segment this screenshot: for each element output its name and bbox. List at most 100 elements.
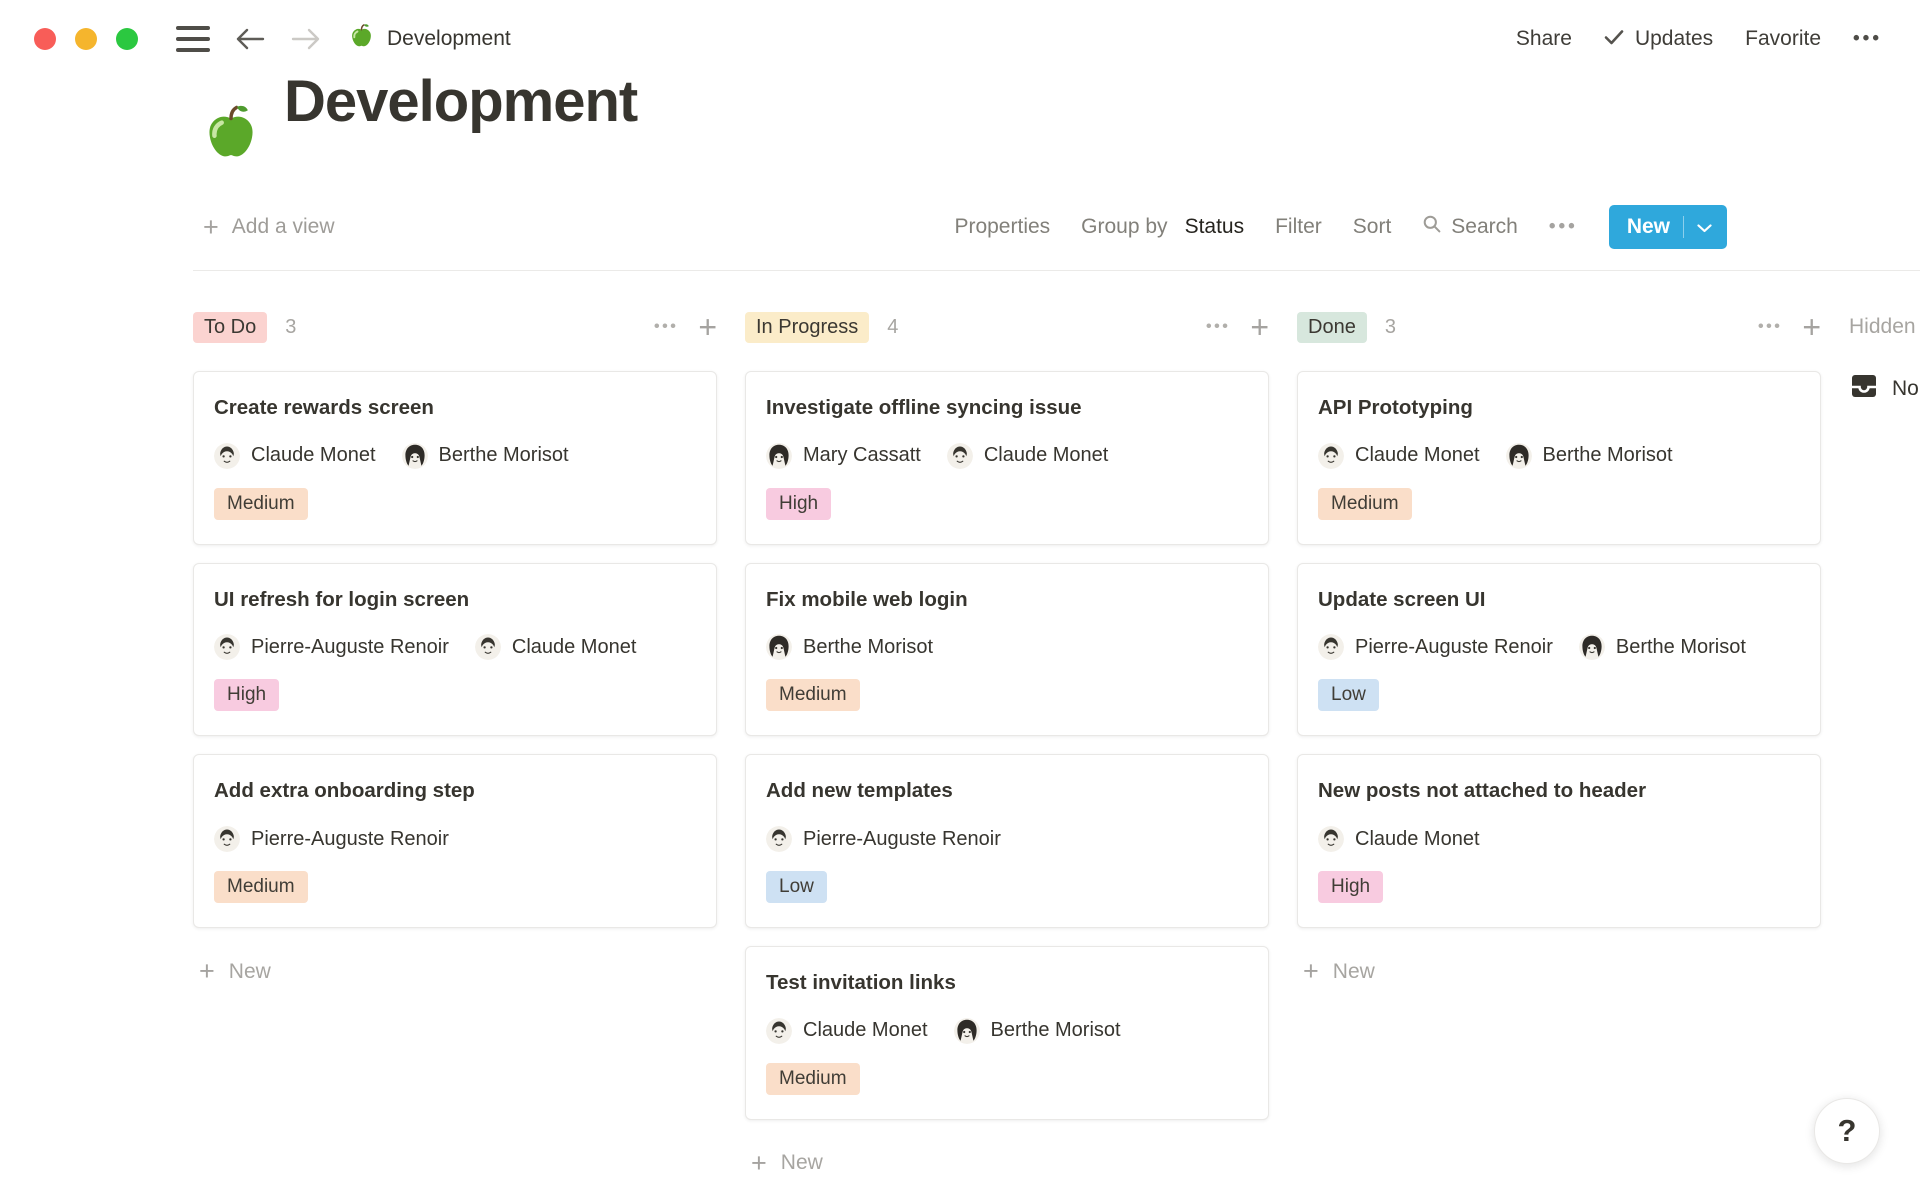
new-button-divider <box>1683 216 1684 238</box>
more-options-icon[interactable]: ••• <box>1853 28 1882 50</box>
card-assignees: Berthe Morisot <box>766 631 1248 663</box>
sidebar-menu-icon[interactable] <box>176 26 210 52</box>
sort-button[interactable]: Sort <box>1353 215 1392 239</box>
new-button[interactable]: New <box>1609 205 1727 249</box>
column-todo: To Do3•••+Create rewards screenClaude Mo… <box>193 309 717 985</box>
card-assignees: Pierre-Auguste Renoir Berthe Morisot <box>1318 631 1800 663</box>
close-window-button[interactable] <box>34 28 56 50</box>
avatar <box>1318 443 1344 469</box>
assignee[interactable]: Berthe Morisot <box>402 440 569 472</box>
assignee[interactable]: Pierre-Auguste Renoir <box>1318 631 1553 663</box>
avatar <box>766 634 792 660</box>
column-more-icon[interactable]: ••• <box>1206 318 1230 336</box>
column-more-icon[interactable]: ••• <box>1758 318 1782 336</box>
column-status-badge[interactable]: In Progress <box>745 312 869 343</box>
breadcrumb[interactable]: Development <box>348 23 511 55</box>
properties-button[interactable]: Properties <box>954 215 1050 239</box>
zoom-window-button[interactable] <box>116 28 138 50</box>
help-button[interactable]: ? <box>1814 1098 1880 1164</box>
filter-button[interactable]: Filter <box>1275 215 1322 239</box>
task-card[interactable]: Fix mobile web loginBerthe MorisotMedium <box>745 563 1269 737</box>
assignee-name: Pierre-Auguste Renoir <box>1355 636 1553 659</box>
assignee[interactable]: Claude Monet <box>1318 823 1480 855</box>
column-new-button[interactable]: +New <box>745 1150 1269 1177</box>
card-title: Investigate offline syncing issue <box>766 394 1248 422</box>
hidden-columns-label[interactable]: Hidden <box>1849 309 1920 345</box>
assignee-name: Berthe Morisot <box>991 1019 1121 1042</box>
task-card[interactable]: UI refresh for login screenPierre-August… <box>193 563 717 737</box>
task-card[interactable]: New posts not attached to header Claude M… <box>1297 754 1821 928</box>
avatar <box>214 443 240 469</box>
hidden-columns-section: Hidden No Status <box>1849 309 1920 407</box>
task-card[interactable]: API PrototypingClaude MonetBerthe Moriso… <box>1297 371 1821 545</box>
assignee[interactable]: Berthe Morisot <box>766 631 933 663</box>
forward-arrow-icon[interactable] <box>290 26 322 52</box>
assignee[interactable]: Claude Monet <box>475 631 637 663</box>
plus-icon: + <box>203 214 219 241</box>
chevron-down-icon[interactable] <box>1697 215 1712 239</box>
updates-button[interactable]: Updates <box>1604 27 1713 51</box>
task-card[interactable]: Investigate offline syncing issue Mary Ca… <box>745 371 1269 545</box>
assignee[interactable]: Pierre-Auguste Renoir <box>766 823 1001 855</box>
search-icon <box>1422 214 1442 240</box>
column-add-icon[interactable]: + <box>1802 311 1821 343</box>
toolbar-divider <box>193 270 1920 271</box>
column-new-button[interactable]: +New <box>193 958 717 985</box>
view-toolbar: + Add a view Properties Group by Status … <box>203 204 1727 250</box>
share-button[interactable]: Share <box>1516 27 1572 51</box>
assignee[interactable]: Claude Monet <box>766 1015 928 1047</box>
assignee-name: Claude Monet <box>984 444 1109 467</box>
assignee[interactable]: Mary Cassatt <box>766 440 921 472</box>
avatar <box>766 826 792 852</box>
page-icon-green-apple[interactable] <box>200 103 262 170</box>
hidden-column-no-status[interactable]: No Status <box>1849 371 1920 407</box>
column-more-icon[interactable]: ••• <box>654 318 678 336</box>
group-by-button[interactable]: Group by Status <box>1081 215 1244 239</box>
search-button[interactable]: Search <box>1422 214 1518 240</box>
column-add-icon[interactable]: + <box>698 311 717 343</box>
green-apple-icon <box>348 23 375 55</box>
column-status-badge[interactable]: To Do <box>193 312 267 343</box>
column-count: 3 <box>1385 316 1396 339</box>
avatar <box>1579 634 1605 660</box>
assignee[interactable]: Berthe Morisot <box>1579 631 1746 663</box>
column-status-badge[interactable]: Done <box>1297 312 1367 343</box>
column-header: Done 3 ••• + <box>1297 309 1821 345</box>
assignee[interactable]: Berthe Morisot <box>954 1015 1121 1047</box>
assignee[interactable]: Claude Monet <box>947 440 1109 472</box>
priority-badge: Medium <box>766 1063 860 1095</box>
task-card[interactable]: Add extra onboarding stepPierre-Auguste … <box>193 754 717 928</box>
minimize-window-button[interactable] <box>75 28 97 50</box>
avatar <box>1318 826 1344 852</box>
card-assignees: Claude Monet <box>1318 823 1800 855</box>
task-card[interactable]: Test invitation linksClaude MonetBerthe … <box>745 946 1269 1120</box>
assignee[interactable]: Claude Monet <box>214 440 376 472</box>
card-list: Investigate offline syncing issue Mary Ca… <box>745 371 1269 1120</box>
column-add-icon[interactable]: + <box>1250 311 1269 343</box>
page-title: Development <box>284 73 637 131</box>
priority-badge: Medium <box>1318 488 1412 520</box>
avatar <box>766 443 792 469</box>
column-count: 4 <box>887 316 898 339</box>
priority-badge: Low <box>766 871 827 903</box>
column-new-button[interactable]: +New <box>1297 958 1821 985</box>
task-card[interactable]: Update screen UIPierre-Auguste RenoirBer… <box>1297 563 1821 737</box>
back-arrow-icon[interactable] <box>234 26 266 52</box>
card-title: New posts not attached to header <box>1318 777 1800 805</box>
assignee-name: Berthe Morisot <box>439 444 569 467</box>
assignee-name: Pierre-Auguste Renoir <box>803 828 1001 851</box>
view-more-icon[interactable]: ••• <box>1549 216 1578 238</box>
assignee[interactable]: Pierre-Auguste Renoir <box>214 631 449 663</box>
favorite-button[interactable]: Favorite <box>1745 27 1821 51</box>
task-card[interactable]: Add new templatesPierre-Auguste RenoirLo… <box>745 754 1269 928</box>
card-assignees: Pierre-Auguste Renoir <box>766 823 1248 855</box>
add-view-button[interactable]: + Add a view <box>203 214 335 241</box>
assignee-name: Berthe Morisot <box>803 636 933 659</box>
avatar <box>954 1018 980 1044</box>
priority-badge: Medium <box>214 871 308 903</box>
task-card[interactable]: Create rewards screenClaude MonetBerthe … <box>193 371 717 545</box>
assignee[interactable]: Pierre-Auguste Renoir <box>214 823 449 855</box>
assignee-name: Pierre-Auguste Renoir <box>251 636 449 659</box>
assignee[interactable]: Claude Monet <box>1318 440 1480 472</box>
assignee[interactable]: Berthe Morisot <box>1506 440 1673 472</box>
